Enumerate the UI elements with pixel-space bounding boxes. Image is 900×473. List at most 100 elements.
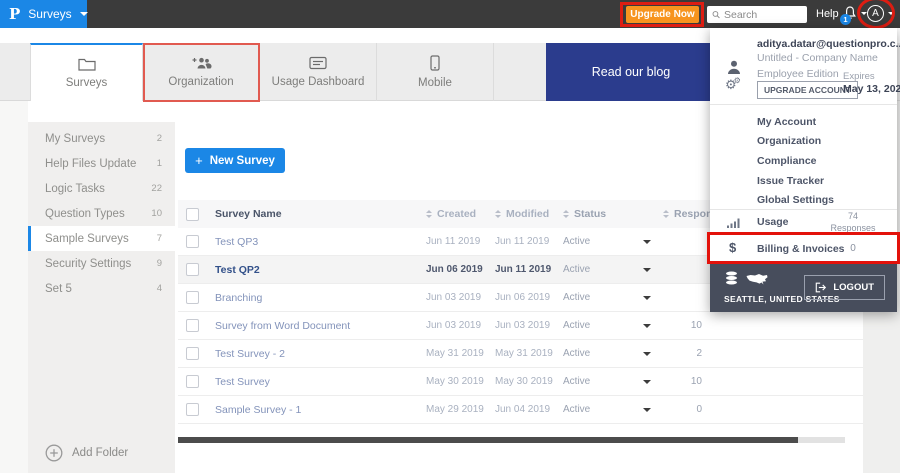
sidebar-folder-item[interactable]: Help Files Update 1 (28, 151, 175, 176)
top-bar: P Surveys Upgrade Now Help 1 A (0, 0, 900, 29)
status-dropdown-icon[interactable] (643, 295, 651, 300)
account-avatar[interactable]: A (867, 5, 884, 22)
sort-icon (563, 210, 569, 218)
read-blog-button[interactable]: Read our blog (546, 43, 716, 101)
left-margin (0, 101, 28, 473)
search-input[interactable] (724, 8, 802, 21)
usa-map-icon (746, 274, 768, 285)
status-dropdown-icon[interactable] (643, 267, 651, 272)
folder-label: Security Settings (45, 257, 132, 270)
folder-label: Set 5 (45, 282, 72, 295)
created-date: Jun 03 2019 (426, 292, 482, 303)
status-value: Active (563, 348, 591, 359)
folder-count: 7 (156, 233, 162, 244)
account-menu-item[interactable]: My Account (710, 112, 897, 132)
folder-label: My Surveys (45, 132, 106, 145)
status-dropdown-icon[interactable] (643, 239, 651, 244)
add-folder-button[interactable]: Add Folder (45, 444, 128, 462)
sidebar-folder-item[interactable]: My Surveys 2 (28, 126, 175, 151)
survey-name-link[interactable]: Test QP2 (215, 264, 260, 276)
status-value: Active (563, 320, 591, 331)
horizontal-scrollbar (178, 437, 845, 443)
help-link[interactable]: Help (816, 8, 839, 20)
account-company: Untitled - Company Name (757, 52, 878, 64)
folder-count: 1 (156, 158, 162, 169)
row-checkbox[interactable] (186, 235, 199, 248)
billing-invoices-row[interactable]: $ Billing & Invoices 0 (710, 235, 897, 263)
scrollbar-thumb[interactable] (178, 437, 798, 443)
row-checkbox[interactable] (186, 263, 199, 276)
tab-label: Usage Dashboard (271, 76, 365, 88)
server-icon (726, 271, 737, 285)
column-status[interactable]: Status (563, 208, 663, 220)
account-menu-item[interactable]: Organization (710, 132, 897, 152)
add-user-icon (192, 57, 212, 69)
column-created[interactable]: Created (426, 208, 495, 220)
select-all-checkbox[interactable] (186, 207, 199, 221)
status-dropdown-icon[interactable] (643, 323, 651, 328)
product-switcher[interactable]: P Surveys (0, 0, 88, 28)
folder-label: Help Files Update (45, 157, 137, 170)
expires-date: May 13, 2020 (843, 83, 900, 95)
plus-circle-icon (45, 444, 63, 462)
survey-name-link[interactable]: Test Survey - 2 (215, 348, 285, 360)
table-row: Survey from Word Document Jun 03 2019 Ju… (178, 312, 863, 340)
app-window: P Surveys Upgrade Now Help 1 A Surveys O… (0, 0, 900, 473)
expires-label: Expires (843, 71, 875, 82)
folder-count: 2 (156, 133, 162, 144)
bar-chart-icon (727, 218, 740, 228)
user-icon (728, 60, 740, 74)
row-checkbox[interactable] (186, 291, 199, 304)
status-dropdown-icon[interactable] (643, 379, 651, 384)
sidebar-folder-item[interactable]: Logic Tasks 22 (28, 176, 175, 201)
tab-usage-dashboard[interactable]: Usage Dashboard (260, 43, 377, 101)
account-menu-list: My Account Organization Compliance Issue… (710, 105, 897, 210)
folder-label: Logic Tasks (45, 182, 105, 195)
new-survey-button[interactable]: + New Survey (185, 148, 285, 173)
logout-button[interactable]: LOGOUT (804, 275, 885, 300)
survey-name-link[interactable]: Test Survey (215, 376, 270, 388)
tab-organization[interactable]: Organization (143, 43, 260, 101)
upgrade-now-button[interactable]: Upgrade Now (626, 6, 699, 23)
account-dropdown-panel: aditya.datar@questionpro.c... Untitled -… (707, 28, 900, 312)
sidebar-folder-item[interactable]: Security Settings 9 (28, 251, 175, 276)
modified-date: May 30 2019 (495, 376, 553, 387)
status-dropdown-icon[interactable] (643, 407, 651, 412)
status-value: Active (563, 236, 591, 247)
survey-name-link[interactable]: Sample Survey - 1 (215, 404, 301, 416)
column-modified[interactable]: Modified (495, 208, 563, 220)
survey-name-link[interactable]: Test QP3 (215, 236, 258, 248)
sort-icon (495, 210, 501, 218)
sidebar-folder-item[interactable]: Set 5 4 (28, 276, 175, 301)
created-date: Jun 03 2019 (426, 320, 482, 331)
table-row: Test Survey - 2 May 31 2019 May 31 2019 … (178, 340, 863, 368)
new-survey-label: New Survey (209, 154, 275, 167)
tab-mobile[interactable]: Mobile (377, 43, 494, 101)
survey-name-link[interactable]: Survey from Word Document (215, 320, 350, 332)
response-count: 2 (696, 348, 702, 359)
tab-label: Mobile (418, 77, 452, 89)
usage-label: Usage (757, 216, 789, 228)
row-checkbox[interactable] (186, 403, 199, 416)
folder-icon (77, 58, 96, 71)
usage-row[interactable]: Usage 74 Responses (710, 210, 897, 235)
modified-date: Jun 03 2019 (495, 320, 551, 331)
account-menu-item[interactable]: Compliance (710, 151, 897, 171)
sidebar-folder-item[interactable]: Sample Surveys 7 (28, 226, 175, 251)
row-checkbox[interactable] (186, 319, 199, 332)
table-row: Sample Survey - 1 May 29 2019 Jun 04 201… (178, 396, 863, 424)
tab-label: Surveys (65, 77, 108, 89)
survey-name-link[interactable]: Branching (215, 292, 262, 304)
row-checkbox[interactable] (186, 375, 199, 388)
modified-date: Jun 06 2019 (495, 292, 551, 303)
billing-value: 0 (850, 243, 856, 254)
row-checkbox[interactable] (186, 347, 199, 360)
status-dropdown-icon[interactable] (643, 351, 651, 356)
account-menu-item[interactable]: Global Settings (710, 190, 897, 210)
tab-surveys[interactable]: Surveys (30, 43, 143, 101)
account-menu-item[interactable]: Issue Tracker (710, 171, 897, 191)
mobile-icon (430, 55, 440, 71)
response-count: 0 (696, 404, 702, 415)
sidebar-folder-item[interactable]: Question Types 10 (28, 201, 175, 226)
dollar-icon: $ (729, 240, 737, 255)
